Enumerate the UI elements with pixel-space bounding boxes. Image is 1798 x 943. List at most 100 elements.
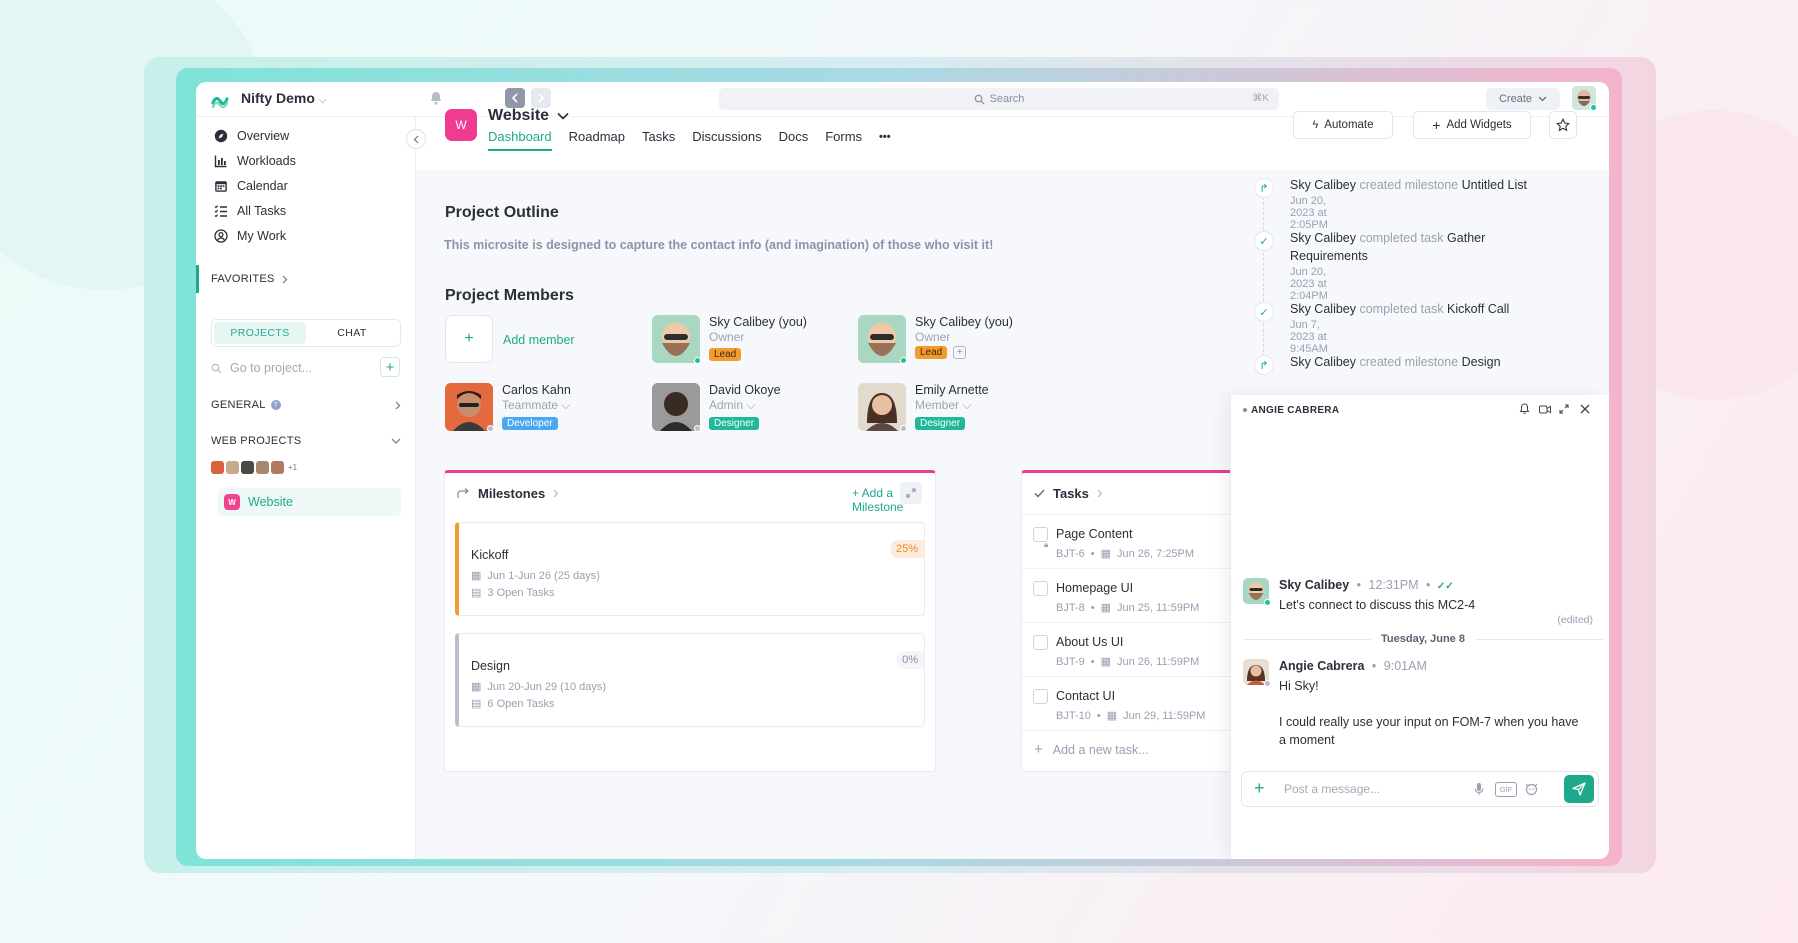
close-icon[interactable] bbox=[1580, 404, 1590, 414]
message-time: 12:31PM bbox=[1368, 578, 1419, 592]
milestones-widget: Milestones + Add a Milestone Kickoff ▦ Ju… bbox=[444, 470, 936, 772]
video-icon[interactable] bbox=[1539, 405, 1551, 414]
user-circle-icon bbox=[214, 229, 228, 243]
add-tag-button[interactable]: + bbox=[953, 346, 967, 359]
task-row[interactable]: About Us UI BJT-9 • ▦ Jun 26, 11:59PM bbox=[1022, 623, 1232, 677]
member-role[interactable]: Member ⌵ bbox=[915, 398, 989, 413]
member-card[interactable]: Sky Calibey (you) Owner Lead + bbox=[858, 315, 1013, 364]
task-row[interactable]: Homepage UI BJT-8 • ▦ Jun 25, 11:59PM bbox=[1022, 569, 1232, 623]
tab-roadmap[interactable]: Roadmap bbox=[569, 129, 625, 151]
chat-message[interactable]: Angie Cabrera • 9:01AM Hi Sky! I could r… bbox=[1243, 659, 1593, 749]
add-widgets-button[interactable]: + Add Widgets bbox=[1413, 111, 1531, 139]
tab-dashboard[interactable]: Dashboard bbox=[488, 129, 552, 151]
task-checkbox[interactable] bbox=[1033, 689, 1048, 704]
bell-icon[interactable] bbox=[428, 90, 444, 106]
chat-message[interactable]: Sky Calibey • 12:31PM • ✓✓ Let's connect… bbox=[1243, 578, 1593, 628]
milestone-card[interactable]: Design ▦ Jun 20-Jun 29 (10 days) ▤ 6 Open … bbox=[455, 633, 925, 727]
tab-forms[interactable]: Forms bbox=[825, 129, 862, 151]
task-meta: BJT-8 • ▦ Jun 25, 11:59PM bbox=[1056, 601, 1200, 615]
task-row[interactable]: Contact UI BJT-10 • ▦ Jun 29, 11:59PM bbox=[1022, 677, 1232, 731]
star-icon bbox=[1556, 118, 1570, 132]
send-button[interactable] bbox=[1564, 775, 1594, 803]
go-to-project-placeholder: Go to project... bbox=[230, 361, 312, 375]
member-card[interactable]: David Okoye Admin ⌵ Designer bbox=[652, 383, 781, 432]
automate-button[interactable]: ϟ Automate bbox=[1293, 111, 1393, 139]
activity-verb: created milestone bbox=[1359, 355, 1459, 369]
add-member-button[interactable]: + bbox=[445, 315, 493, 363]
tab-chat[interactable]: CHAT bbox=[306, 322, 398, 344]
tab-tasks[interactable]: Tasks bbox=[642, 129, 675, 151]
web-projects-section[interactable]: WEB PROJECTS bbox=[211, 435, 401, 447]
search-icon bbox=[974, 94, 985, 105]
bell-icon[interactable] bbox=[1519, 403, 1530, 415]
general-section[interactable]: GENERAL ? bbox=[211, 399, 401, 411]
emoji-icon[interactable] bbox=[1524, 781, 1539, 796]
avatar bbox=[256, 461, 269, 474]
search-bar[interactable]: Search ⌘K bbox=[719, 88, 1279, 110]
sidebar-item-calendar[interactable]: Calendar bbox=[214, 179, 288, 193]
tab-docs[interactable]: Docs bbox=[779, 129, 809, 151]
check-icon: ✓ bbox=[1254, 302, 1274, 322]
workspace-switcher[interactable]: Nifty Demo ⌵ bbox=[241, 90, 327, 106]
plus-icon: + bbox=[1034, 741, 1043, 758]
tab-projects[interactable]: PROJECTS bbox=[214, 322, 306, 344]
online-indicator bbox=[1264, 599, 1271, 606]
expand-icon[interactable] bbox=[1559, 404, 1569, 414]
add-milestone-button[interactable]: + Add a Milestone bbox=[852, 486, 935, 514]
sidebar-project-website[interactable]: W Website bbox=[218, 488, 401, 516]
sidebar-item-workloads[interactable]: Workloads bbox=[214, 154, 296, 168]
favorite-star-button[interactable] bbox=[1549, 111, 1577, 139]
member-role[interactable]: Admin ⌵ bbox=[709, 398, 781, 413]
back-button[interactable] bbox=[505, 88, 525, 108]
add-task-input[interactable]: + Add a new task... bbox=[1034, 741, 1149, 758]
tab-discussions[interactable]: Discussions bbox=[692, 129, 761, 151]
sidebar-item-overview[interactable]: Overview bbox=[214, 129, 289, 143]
member-role-text: Member bbox=[915, 398, 960, 412]
expand-widget-button[interactable] bbox=[900, 482, 922, 504]
add-project-button[interactable]: + bbox=[380, 357, 400, 377]
member-tag: Lead bbox=[709, 348, 742, 361]
task-row[interactable]: 🔒︎ Page Content BJT-6 • ▦ Jun 26, 7:25PM bbox=[1022, 515, 1232, 569]
chevron-right-icon bbox=[538, 93, 545, 103]
member-card[interactable]: Carlos Kahn Teammate ⌵ Developer bbox=[445, 383, 571, 432]
sidebar-item-all-tasks[interactable]: All Tasks bbox=[214, 204, 286, 218]
project-member-avatars[interactable]: +1 bbox=[211, 461, 299, 474]
plus-icon[interactable]: + bbox=[1254, 779, 1265, 797]
member-card[interactable]: Emily Arnette Member ⌵ Designer bbox=[858, 383, 989, 432]
calendar-icon: ▦ bbox=[1100, 656, 1111, 668]
add-member-label[interactable]: Add member bbox=[503, 333, 575, 347]
message-composer[interactable]: + Post a message... GIF bbox=[1241, 771, 1599, 807]
project-outline-description[interactable]: This microsite is designed to capture th… bbox=[444, 238, 993, 252]
milestone-card[interactable]: Kickoff ▦ Jun 1-Jun 26 (25 days) ▤ 3 Open … bbox=[455, 522, 925, 616]
member-role: Owner bbox=[709, 330, 745, 344]
task-id: BJT-6 bbox=[1056, 547, 1085, 560]
plus-icon: + bbox=[464, 330, 474, 347]
message-time: 9:01AM bbox=[1383, 659, 1427, 673]
member-role-text: Teammate bbox=[502, 398, 559, 412]
member-role[interactable]: Teammate ⌵ bbox=[502, 398, 571, 413]
expand-icon bbox=[906, 488, 916, 498]
forward-button[interactable] bbox=[531, 88, 551, 108]
create-button[interactable]: Create bbox=[1486, 88, 1560, 110]
milestones-header[interactable]: Milestones bbox=[457, 486, 559, 501]
sidebar-item-my-work[interactable]: My Work bbox=[214, 229, 286, 243]
online-indicator bbox=[900, 357, 907, 364]
go-to-project-search[interactable]: Go to project... bbox=[211, 357, 401, 379]
gif-button[interactable]: GIF bbox=[1495, 782, 1517, 797]
tasks-header[interactable]: Tasks bbox=[1034, 486, 1103, 501]
task-checkbox[interactable] bbox=[1033, 635, 1048, 650]
member-name: Sky Calibey (you) bbox=[915, 315, 1013, 329]
activity-verb: completed task bbox=[1359, 231, 1444, 245]
member-card[interactable]: Sky Calibey (you) Owner Lead bbox=[652, 315, 807, 364]
more-tabs-button[interactable]: ••• bbox=[879, 129, 891, 151]
project-title[interactable]: Website bbox=[488, 107, 569, 125]
message-input[interactable]: Post a message... bbox=[1284, 782, 1380, 796]
favorites-section[interactable]: FAVORITES bbox=[196, 265, 416, 293]
microphone-icon[interactable] bbox=[1474, 782, 1484, 796]
collapse-sidebar-button[interactable] bbox=[406, 129, 426, 149]
message-text: I could really use your input on FOM-7 w… bbox=[1279, 715, 1579, 747]
avatar-image bbox=[858, 383, 906, 431]
task-checkbox[interactable] bbox=[1033, 581, 1048, 596]
search-placeholder: Search bbox=[989, 93, 1025, 105]
avatars-more-count: +1 bbox=[288, 463, 298, 472]
